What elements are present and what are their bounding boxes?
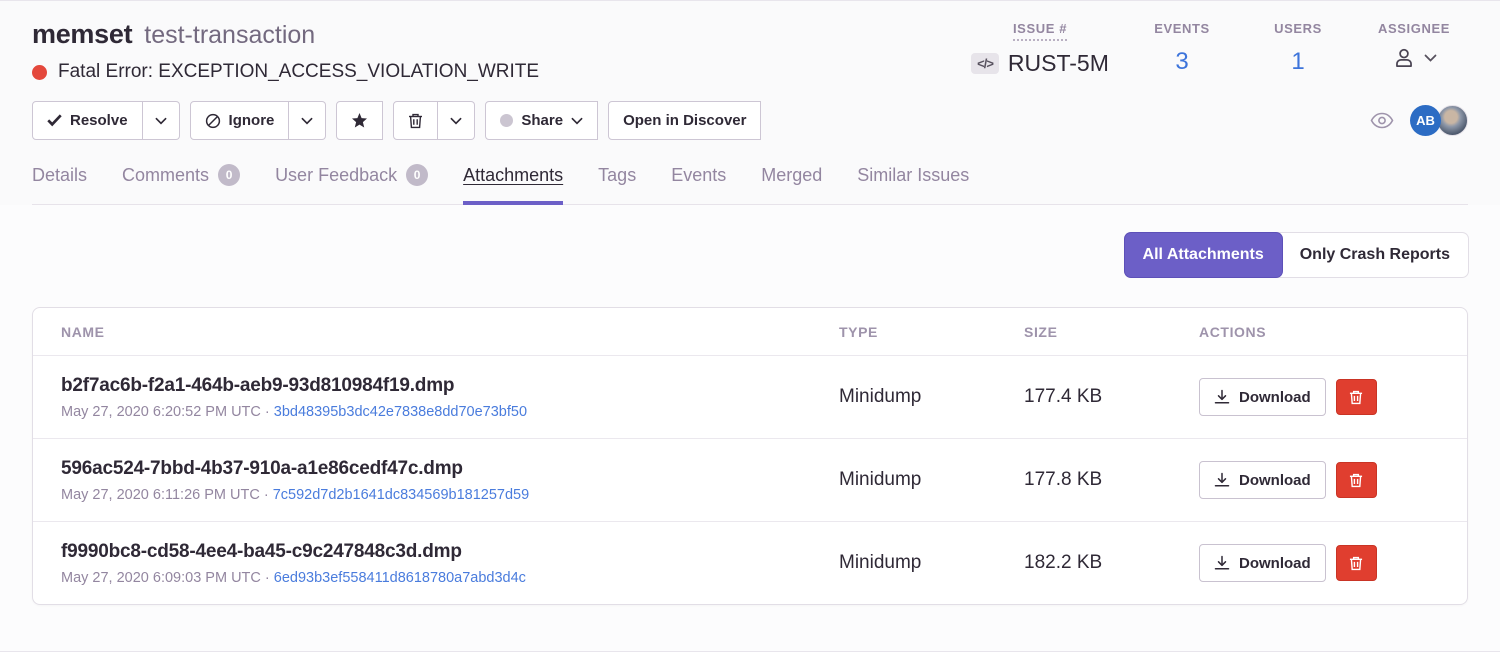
attachment-file-name: 596ac524-7bbd-4b37-910a-a1e86cedf47c.dmp <box>61 458 839 480</box>
trash-icon <box>1349 390 1363 405</box>
tab-attachments[interactable]: Attachments <box>463 164 563 205</box>
open-in-discover-button[interactable]: Open in Discover <box>608 101 761 140</box>
tab-comments[interactable]: Comments0 <box>122 164 240 205</box>
feedback-count-badge: 0 <box>406 164 428 186</box>
share-status-dot <box>500 114 513 127</box>
stat-issue-number: ISSUE # </> RUST-5M <box>960 21 1120 77</box>
attachment-type: Minidump <box>839 469 1024 491</box>
users-label: USERS <box>1274 21 1322 39</box>
filter-all-attachments-button[interactable]: All Attachments <box>1125 233 1282 277</box>
download-icon <box>1214 472 1230 488</box>
events-count[interactable]: 3 <box>1175 48 1188 76</box>
attachment-file-name: f9990bc8-cd58-4ee4-ba45-c9c247848c3d.dmp <box>61 541 839 563</box>
comments-count-badge: 0 <box>218 164 240 186</box>
attachments-panel: All Attachments Only Crash Reports NAME … <box>0 205 1500 651</box>
issue-header: memset test-transaction Fatal Error: EXC… <box>0 1 1500 205</box>
issue-title-block: memset test-transaction Fatal Error: EXC… <box>32 19 539 83</box>
tab-details[interactable]: Details <box>32 164 87 205</box>
mute-icon <box>205 113 221 129</box>
trash-icon <box>1349 473 1363 488</box>
col-header-size: SIZE <box>1024 324 1199 340</box>
download-icon <box>1214 555 1230 571</box>
person-icon <box>1391 45 1417 71</box>
stat-users: USERS 1 <box>1244 21 1352 77</box>
attachment-filter-toggle: All Attachments Only Crash Reports <box>1125 233 1468 277</box>
col-header-name: NAME <box>61 324 839 340</box>
issue-detail-page: memset test-transaction Fatal Error: EXC… <box>0 0 1500 652</box>
delete-dropdown-button[interactable] <box>438 101 475 140</box>
ignore-button[interactable]: Ignore <box>190 101 290 140</box>
col-header-type: TYPE <box>839 324 1024 340</box>
filter-only-crash-reports-button[interactable]: Only Crash Reports <box>1282 233 1468 277</box>
error-message: Fatal Error: EXCEPTION_ACCESS_VIOLATION_… <box>58 61 539 83</box>
download-button[interactable]: Download <box>1199 378 1326 416</box>
ignore-dropdown-button[interactable] <box>289 101 326 140</box>
issue-stats: ISSUE # </> RUST-5M EVENTS 3 USERS 1 ASS… <box>960 19 1468 77</box>
seen-by-avatars: AB <box>1410 105 1468 136</box>
table-row: b2f7ac6b-f2a1-464b-aeb9-93d810984f19.dmp… <box>33 355 1467 438</box>
attachment-size: 182.2 KB <box>1024 552 1199 574</box>
event-id-link[interactable]: 3bd48395b3dc42e7838e8dd70e73bf50 <box>274 404 527 420</box>
star-icon <box>351 113 368 129</box>
avatar-initials[interactable]: AB <box>1410 105 1441 136</box>
chevron-down-icon <box>1424 54 1437 62</box>
action-toolbar: Resolve Ignore <box>32 101 1468 140</box>
users-count[interactable]: 1 <box>1291 48 1304 76</box>
attachment-type: Minidump <box>839 386 1024 408</box>
attachment-meta: May 27, 2020 6:20:52 PM UTC · 3bd48395b3… <box>61 404 839 420</box>
seen-by-eye-icon <box>1370 112 1394 129</box>
stat-events: EVENTS 3 <box>1128 21 1236 77</box>
issue-title: memset <box>32 19 132 50</box>
delete-attachment-button[interactable] <box>1336 379 1377 415</box>
assignee-dropdown[interactable] <box>1391 45 1437 71</box>
error-level-dot <box>32 65 47 80</box>
check-icon <box>47 114 62 127</box>
attachment-meta: May 27, 2020 6:09:03 PM UTC · 6ed93b3ef5… <box>61 570 839 586</box>
attachment-type: Minidump <box>839 552 1024 574</box>
assignee-label: ASSIGNEE <box>1378 21 1450 39</box>
stat-assignee: ASSIGNEE <box>1360 21 1468 77</box>
issue-number-value[interactable]: RUST-5M <box>1008 50 1109 77</box>
tab-merged[interactable]: Merged <box>761 164 822 205</box>
download-button[interactable]: Download <box>1199 544 1326 582</box>
attachments-table: NAME TYPE SIZE ACTIONS b2f7ac6b-f2a1-464… <box>32 307 1468 605</box>
resolve-button[interactable]: Resolve <box>32 101 143 140</box>
attachment-meta: May 27, 2020 6:11:26 PM UTC · 7c592d7d2b… <box>61 487 839 503</box>
table-row: 596ac524-7bbd-4b37-910a-a1e86cedf47c.dmp… <box>33 438 1467 521</box>
delete-issue-button[interactable] <box>393 101 438 140</box>
share-button[interactable]: Share <box>485 101 598 140</box>
issue-tab-bar: Details Comments0 User Feedback0 Attachm… <box>32 164 1468 205</box>
delete-attachment-button[interactable] <box>1336 462 1377 498</box>
tab-similar-issues[interactable]: Similar Issues <box>857 164 969 205</box>
events-label: EVENTS <box>1154 21 1210 39</box>
issue-number-label: ISSUE # <box>1013 21 1067 41</box>
event-id-link[interactable]: 6ed93b3ef558411d8618780a7abd3d4c <box>274 570 526 586</box>
col-header-actions: ACTIONS <box>1199 324 1439 340</box>
issue-subtitle: test-transaction <box>144 21 315 50</box>
download-button[interactable]: Download <box>1199 461 1326 499</box>
delete-attachment-button[interactable] <box>1336 545 1377 581</box>
attachment-size: 177.8 KB <box>1024 469 1199 491</box>
download-icon <box>1214 389 1230 405</box>
attachment-size: 177.4 KB <box>1024 386 1199 408</box>
event-id-link[interactable]: 7c592d7d2b1641dc834569b181257d59 <box>273 487 529 503</box>
trash-icon <box>1349 556 1363 571</box>
tab-events[interactable]: Events <box>671 164 726 205</box>
tab-tags[interactable]: Tags <box>598 164 636 205</box>
attachment-file-name: b2f7ac6b-f2a1-464b-aeb9-93d810984f19.dmp <box>61 375 839 397</box>
chevron-down-icon <box>571 117 583 125</box>
table-row: f9990bc8-cd58-4ee4-ba45-c9c247848c3d.dmp… <box>33 521 1467 604</box>
trash-icon <box>408 113 423 129</box>
avatar-photo[interactable] <box>1437 105 1468 136</box>
tab-user-feedback[interactable]: User Feedback0 <box>275 164 428 205</box>
code-icon: </> <box>971 53 999 74</box>
resolve-dropdown-button[interactable] <box>143 101 180 140</box>
bookmark-star-button[interactable] <box>336 101 383 140</box>
table-header-row: NAME TYPE SIZE ACTIONS <box>33 308 1467 355</box>
